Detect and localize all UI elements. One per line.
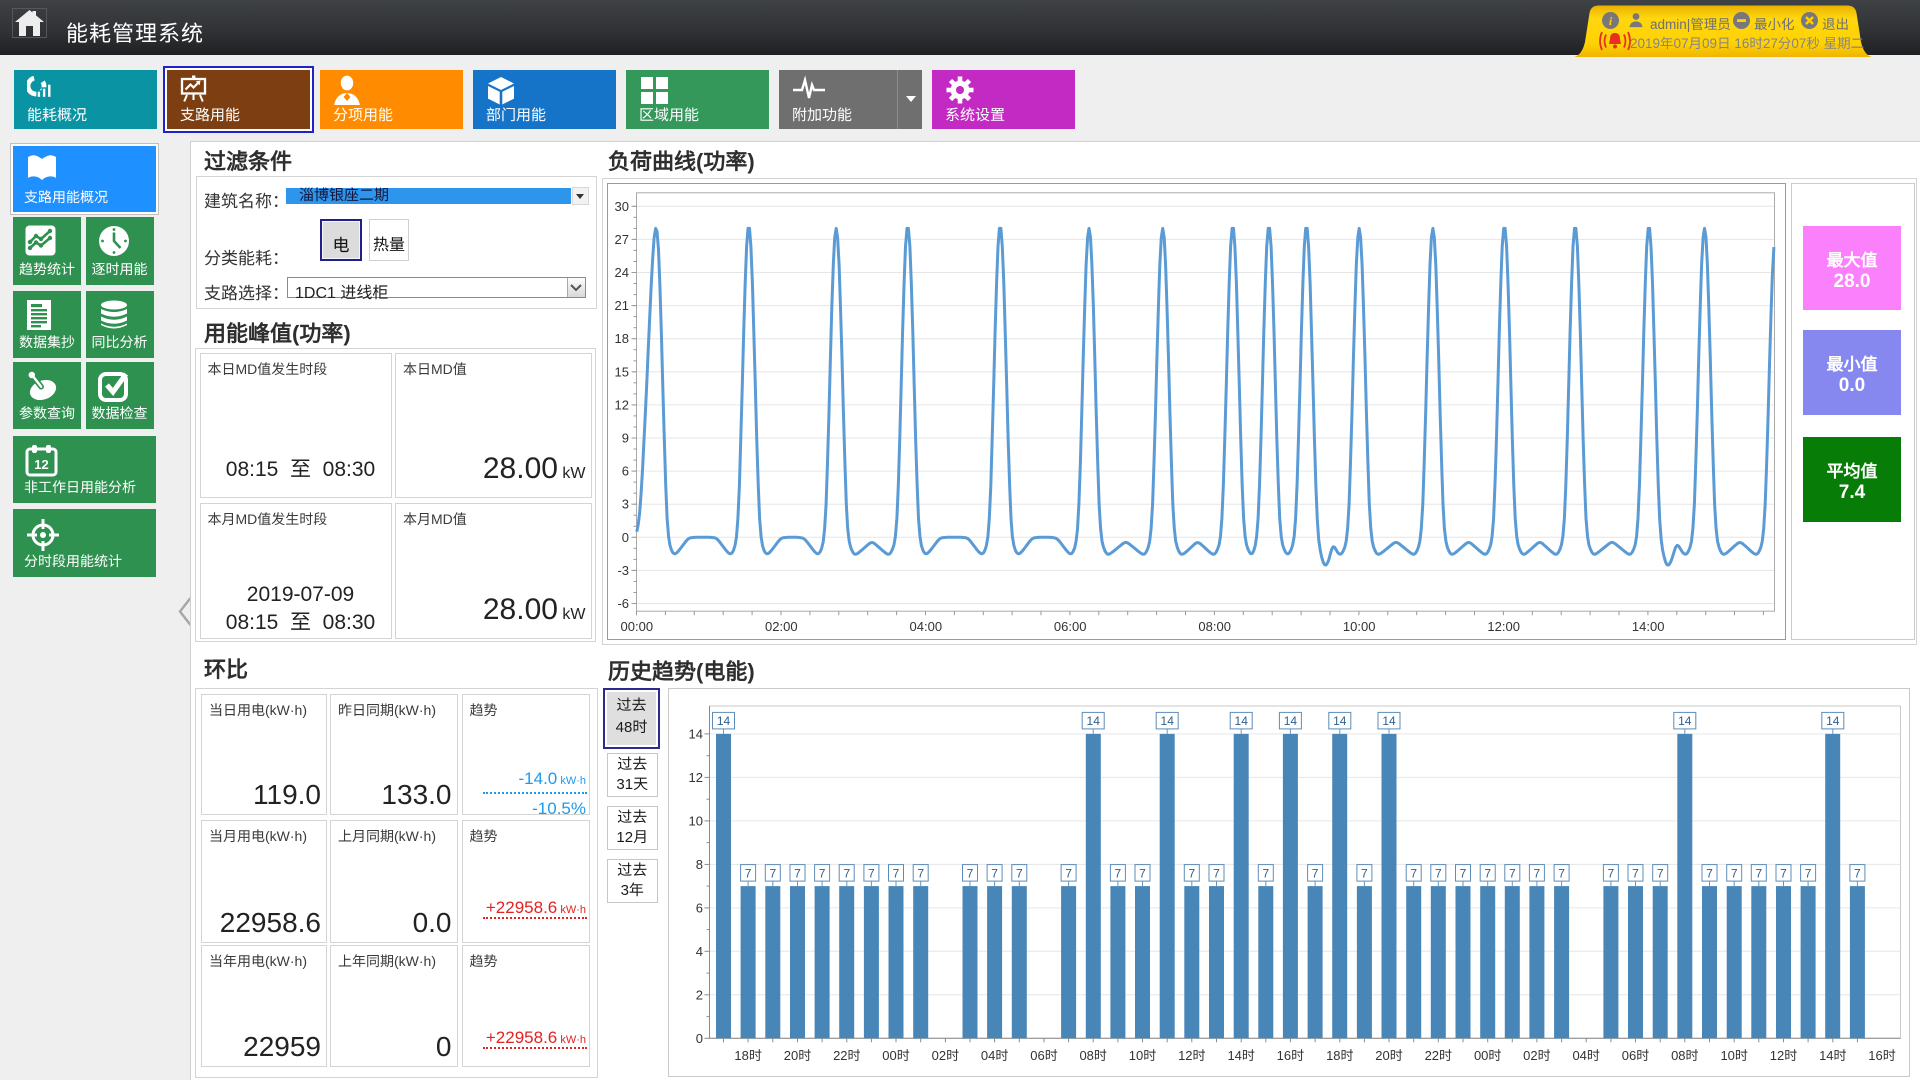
svg-text:12: 12 — [34, 457, 48, 472]
